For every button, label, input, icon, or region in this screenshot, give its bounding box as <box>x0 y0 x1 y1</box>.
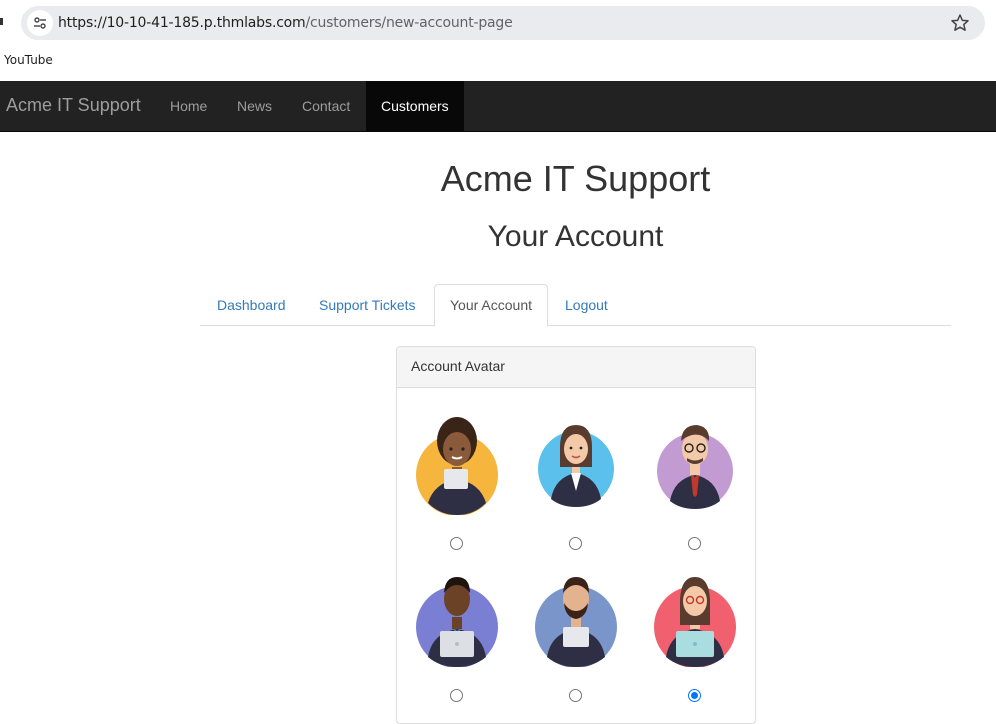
panel-heading: Account Avatar <box>397 347 755 388</box>
avatar-radio-5[interactable] <box>569 689 582 702</box>
nav-home[interactable]: Home <box>155 81 222 131</box>
avatar-radio-1[interactable] <box>450 537 463 550</box>
bookmark-youtube[interactable]: YouTube <box>4 53 53 67</box>
tab-your-account[interactable]: Your Account <box>434 284 548 327</box>
avatar-radio-4[interactable] <box>450 689 463 702</box>
avatar-radio-2[interactable] <box>569 537 582 550</box>
window-edge <box>0 18 3 25</box>
tab-dashboard[interactable]: Dashboard <box>202 284 301 326</box>
avatar-man-dark-skin-image[interactable] <box>414 563 500 667</box>
account-avatar-panel: Account Avatar <box>396 346 756 724</box>
nav-news[interactable]: News <box>222 81 287 131</box>
avatar-woman-curly-hair-image[interactable] <box>414 411 500 515</box>
avatar-man-beard-image[interactable] <box>533 563 619 667</box>
avatar-woman-red-glasses-image[interactable] <box>652 563 738 667</box>
bookmark-star-icon[interactable] <box>950 13 970 33</box>
site-info-icon[interactable] <box>27 10 53 36</box>
bookmarks-bar: YouTube <box>0 48 996 81</box>
page-title: Acme IT Support <box>440 158 711 199</box>
account-tabs: Dashboard Support Tickets Your Account L… <box>200 284 951 327</box>
avatar-radio-6[interactable] <box>688 689 701 702</box>
url-host: https://10-10-41-185.p.thmlabs.com <box>58 15 306 31</box>
page-subtitle: Your Account <box>487 220 664 253</box>
tab-logout[interactable]: Logout <box>550 284 623 326</box>
nav-contact[interactable]: Contact <box>287 81 365 131</box>
navbar-brand[interactable]: Acme IT Support <box>6 95 141 116</box>
url-text[interactable]: https://10-10-41-185.p.thmlabs.com/custo… <box>58 15 513 31</box>
nav-customers[interactable]: Customers <box>366 81 464 131</box>
site-navbar: Acme IT Support Home News Contact Custom… <box>0 81 996 132</box>
tab-support-tickets[interactable]: Support Tickets <box>304 284 431 326</box>
avatar-woman-ponytail-image[interactable] <box>533 411 619 515</box>
avatar-man-glasses-image[interactable] <box>652 411 738 515</box>
browser-toolbar: https://10-10-41-185.p.thmlabs.com/custo… <box>0 0 996 48</box>
url-path: /customers/new-account-page <box>305 15 513 31</box>
avatar-radio-3[interactable] <box>688 537 701 550</box>
address-bar[interactable]: https://10-10-41-185.p.thmlabs.com/custo… <box>21 6 985 40</box>
